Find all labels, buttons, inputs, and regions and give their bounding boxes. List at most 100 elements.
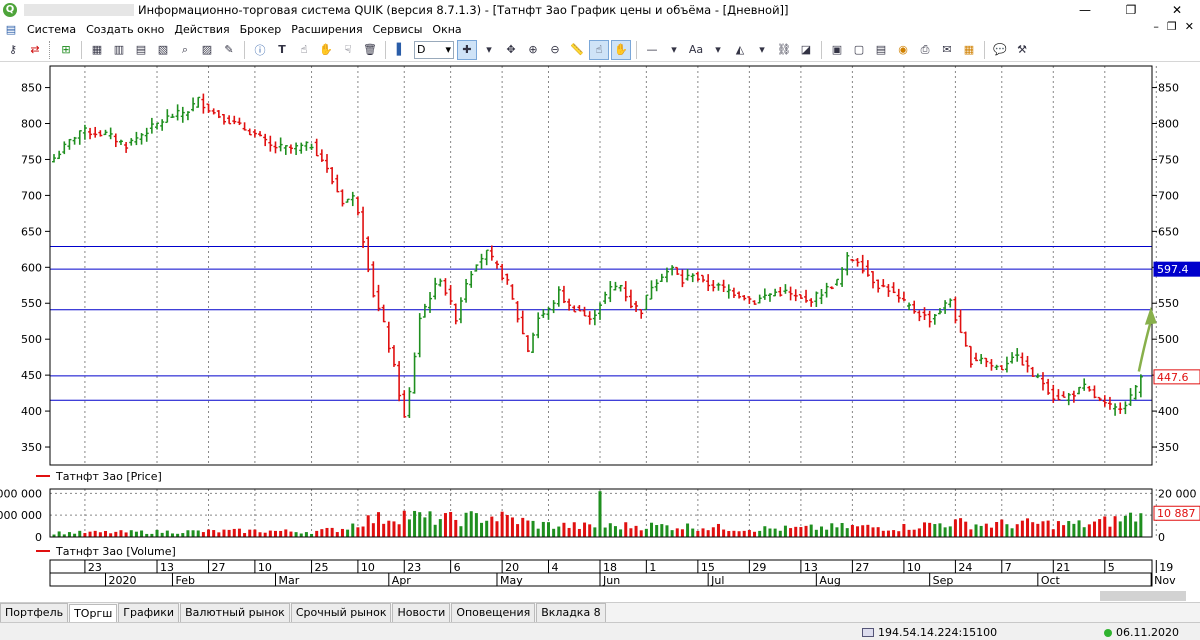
move-icon[interactable]: ✥: [501, 40, 521, 60]
tab-0[interactable]: Портфель: [0, 603, 69, 622]
portfolio-icon[interactable]: ▦: [959, 40, 979, 60]
drag-hand-icon[interactable]: ✋: [611, 39, 631, 60]
volume-bar: [201, 532, 205, 537]
tools-icon[interactable]: ⚒: [1012, 40, 1032, 60]
volume-bar: [701, 528, 705, 537]
line-style-icon[interactable]: —: [642, 40, 662, 60]
volume-bar: [1092, 521, 1096, 537]
volume-bar: [814, 529, 818, 537]
volume-bar: [263, 532, 267, 537]
volume-bar: [299, 533, 303, 537]
minimize-button[interactable]: —: [1062, 0, 1108, 20]
volume-bar: [974, 524, 978, 537]
volume-bar: [1113, 516, 1117, 537]
key-icon[interactable]: ⚷: [3, 40, 23, 60]
trash-icon[interactable]: 🗑: [360, 40, 380, 60]
mail-icon[interactable]: ✉: [937, 40, 957, 60]
pointer-hand-icon[interactable]: ☝: [589, 39, 609, 60]
day-label: 19: [1159, 561, 1173, 574]
mdi-restore-button[interactable]: ❐: [1167, 20, 1177, 33]
window-system-icon[interactable]: ▤: [1, 19, 21, 39]
volume-bar: [1067, 521, 1071, 537]
menu-services[interactable]: Сервисы: [368, 23, 428, 36]
quotes-icon[interactable]: ▥: [109, 40, 129, 60]
volume-bar: [727, 531, 731, 537]
hand-both-icon[interactable]: ✋: [316, 40, 336, 60]
volume-bar: [541, 521, 545, 537]
volume-bar: [1020, 520, 1024, 537]
hand-down-icon[interactable]: ☟: [338, 40, 358, 60]
connect-icon[interactable]: ⇄: [25, 40, 45, 60]
tab-6[interactable]: Оповещения: [451, 603, 536, 622]
volume-tick-label-left: 10 000 000: [0, 509, 42, 522]
day-label: 10: [258, 561, 272, 574]
volume-bar: [212, 530, 216, 537]
alert-icon[interactable]: ◉: [893, 40, 913, 60]
fill-dropdown-icon[interactable]: ▾: [752, 40, 772, 60]
volume-tick-label-right: 20 000 000: [1158, 487, 1200, 500]
search-table-icon[interactable]: ⌕: [175, 40, 195, 60]
orders-icon[interactable]: ▤: [131, 40, 151, 60]
day-label: 6: [454, 561, 461, 574]
filter-icon[interactable]: ▨: [197, 40, 217, 60]
volume-bar: [794, 526, 798, 537]
volume-bar: [469, 511, 473, 537]
price-tick-label-right: 500: [1158, 333, 1179, 346]
price-tick-label-left: 400: [21, 405, 42, 418]
level-price-badge: 597.4: [1153, 261, 1200, 277]
tab-1[interactable]: ТОргш: [69, 604, 118, 623]
info-icon[interactable]: ⓘ: [250, 40, 270, 60]
tab-7[interactable]: Вкладка 8: [536, 603, 606, 622]
font-dropdown-icon[interactable]: ▾: [708, 40, 728, 60]
volume-bar: [732, 530, 736, 537]
volume-bar: [840, 523, 844, 537]
month-label: 2020: [109, 574, 137, 587]
mdi-close-button[interactable]: ✕: [1185, 20, 1194, 33]
crosshair-icon[interactable]: ✚: [457, 39, 477, 60]
chart-settings-icon[interactable]: ▣: [827, 40, 847, 60]
trades-icon[interactable]: ▧: [153, 40, 173, 60]
tab-5[interactable]: Новости: [392, 603, 451, 622]
volume-bar: [83, 533, 87, 537]
menu-system[interactable]: Система: [22, 23, 81, 36]
volume-bar: [557, 526, 561, 537]
link-icon[interactable]: ⛓: [774, 40, 794, 60]
mdi-minimize-button[interactable]: –: [1153, 20, 1159, 33]
menu-broker[interactable]: Брокер: [235, 23, 287, 36]
table-icon[interactable]: ▦: [87, 40, 107, 60]
tab-3[interactable]: Валютный рынок: [180, 603, 290, 622]
volume-bar: [140, 530, 144, 537]
fill-icon[interactable]: ◭: [730, 40, 750, 60]
chat-icon[interactable]: 💬: [990, 40, 1010, 60]
font-icon[interactable]: Aa: [686, 40, 706, 60]
text-tool-icon[interactable]: T: [272, 40, 292, 60]
restore-button[interactable]: ❐: [1108, 0, 1154, 20]
close-button[interactable]: ✕: [1154, 0, 1200, 20]
price-volume-chart[interactable]: 8508508008007507507007006506506006005505…: [0, 62, 1200, 592]
tab-2[interactable]: Графики: [118, 603, 180, 622]
edit-table-icon[interactable]: ✎: [219, 40, 239, 60]
menu-extensions[interactable]: Расширения: [286, 23, 367, 36]
line-dropdown-icon[interactable]: ▾: [664, 40, 684, 60]
dropdown-arrow-icon[interactable]: ▾: [479, 40, 499, 60]
new-window-icon[interactable]: ⊞: [56, 40, 76, 60]
zoom-out-icon[interactable]: ⊖: [545, 40, 565, 60]
hand-up-icon[interactable]: ☝: [294, 40, 314, 60]
print-icon[interactable]: ⎙: [915, 40, 935, 60]
day-label: 24: [958, 561, 972, 574]
tab-4[interactable]: Срочный рынок: [290, 603, 392, 622]
eraser-icon[interactable]: ◪: [796, 40, 816, 60]
timeframe-select[interactable]: D ▾: [414, 40, 454, 59]
chart-canvas[interactable]: 8508508008007507507007006506506006005505…: [0, 62, 1200, 592]
template-icon[interactable]: ▤: [871, 40, 891, 60]
menu-windows[interactable]: Окна: [427, 23, 466, 36]
ruler-icon[interactable]: 📏: [567, 40, 587, 60]
horizontal-scrollbar[interactable]: [1100, 591, 1186, 601]
chart-type-icon[interactable]: ▌: [391, 40, 411, 60]
zoom-in-icon[interactable]: ⊕: [523, 40, 543, 60]
volume-bar: [186, 530, 190, 537]
menu-create-window[interactable]: Создать окно: [81, 23, 169, 36]
menu-actions[interactable]: Действия: [169, 23, 234, 36]
volume-bar: [428, 511, 432, 537]
chart-props-icon[interactable]: ▢: [849, 40, 869, 60]
